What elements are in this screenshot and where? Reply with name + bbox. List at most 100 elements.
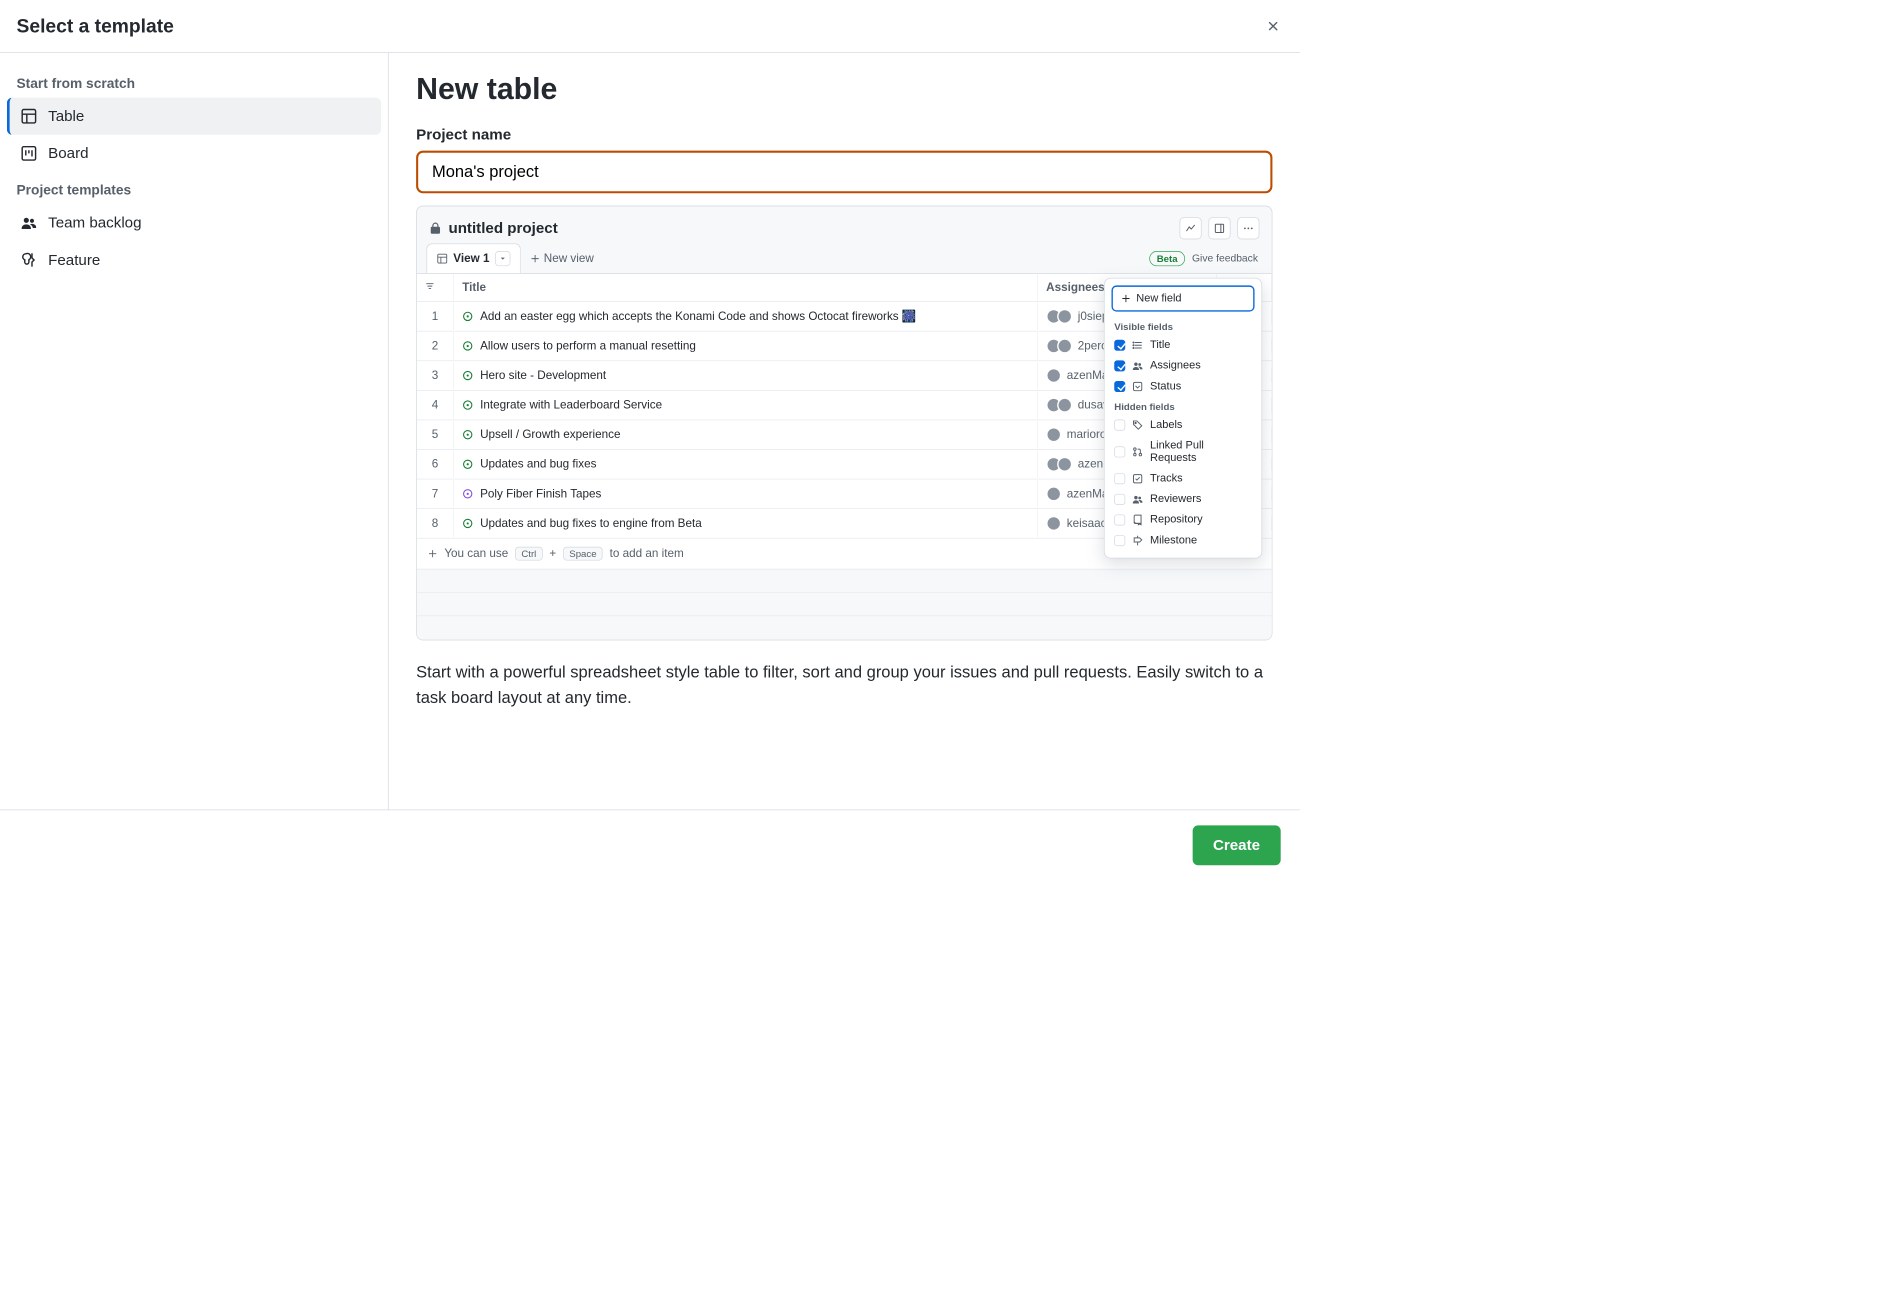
view-tab-menu[interactable] (495, 251, 510, 266)
row-title-cell[interactable]: Updates and bug fixes to engine from Bet… (454, 510, 1038, 538)
new-view-label: New view (544, 251, 594, 265)
kebab-icon (1243, 223, 1254, 234)
milestone-icon (1132, 535, 1143, 546)
tools-icon (21, 252, 38, 269)
sidebar: Start from scratch Table Board Project t… (0, 53, 389, 810)
row-number: 2 (417, 332, 454, 360)
checkbox-icon (1114, 446, 1125, 457)
row-number: 8 (417, 510, 454, 538)
sidebar-item-feature[interactable]: Feature (7, 241, 381, 278)
new-field-button[interactable]: New field (1111, 285, 1254, 311)
avatar-stack (1046, 398, 1072, 413)
row-title-cell[interactable]: Updates and bug fixes (454, 451, 1038, 479)
checkbox-icon (1114, 360, 1125, 371)
avatar-stack (1046, 309, 1072, 324)
row-number: 4 (417, 391, 454, 419)
row-title: Updates and bug fixes to engine from Bet… (480, 517, 702, 531)
row-title: Upsell / Growth experience (480, 428, 620, 442)
sidebar-item-team-backlog[interactable]: Team backlog (7, 204, 381, 241)
row-number: 3 (417, 362, 454, 390)
field-reviewers[interactable]: Reviewers (1111, 489, 1254, 510)
avatar-stack (1046, 457, 1072, 472)
col-title[interactable]: Title (454, 274, 1038, 302)
sidebar-section-templates: Project templates (7, 177, 381, 204)
row-title: Add an easter egg which accepts the Kona… (480, 310, 916, 324)
close-button[interactable] (1263, 16, 1284, 37)
table-icon (437, 253, 448, 264)
field-assignees[interactable]: Assignees (1111, 356, 1254, 377)
row-title-cell[interactable]: Add an easter egg which accepts the Kona… (454, 303, 1038, 331)
issue-open-icon (462, 429, 473, 440)
field-status[interactable]: Status (1111, 376, 1254, 397)
row-title: Allow users to perform a manual resettin… (480, 339, 696, 353)
template-preview: untitled project View 1 New view Beta (416, 206, 1272, 641)
insights-button[interactable] (1180, 217, 1202, 239)
sidebar-item-label: Feature (48, 251, 100, 269)
avatar-stack (1046, 368, 1061, 383)
fields-popover: New field Visible fields Title Assignees… (1104, 278, 1262, 559)
checkbox-icon (1114, 494, 1125, 505)
row-number: 1 (417, 303, 454, 331)
tasklist-icon (1132, 473, 1143, 484)
more-button[interactable] (1237, 217, 1259, 239)
field-repository[interactable]: Repository (1111, 510, 1254, 531)
git-pull-request-icon (1132, 446, 1143, 457)
panel-icon (1214, 223, 1225, 234)
avatar-stack (1046, 427, 1061, 442)
view-tab[interactable]: View 1 (426, 243, 520, 273)
issue-open-icon (462, 311, 473, 322)
field-milestone[interactable]: Milestone (1111, 530, 1254, 551)
plus-icon (1121, 294, 1131, 304)
addrow-text: You can use (444, 547, 508, 561)
issue-open-icon (462, 488, 473, 499)
issue-open-icon (462, 340, 473, 351)
template-description: Start with a powerful spreadsheet style … (416, 660, 1272, 711)
kbd-space: Space (563, 547, 603, 561)
field-tracks[interactable]: Tracks (1111, 468, 1254, 489)
row-title: Hero site - Development (480, 369, 606, 383)
sidebar-item-label: Board (48, 144, 88, 162)
field-title[interactable]: Title (1111, 335, 1254, 356)
single-select-icon (1132, 381, 1143, 392)
kbd-ctrl: Ctrl (515, 547, 542, 561)
row-title-cell[interactable]: Integrate with Leaderboard Service (454, 391, 1038, 419)
graph-icon (1185, 223, 1196, 234)
sidebar-item-table[interactable]: Table (7, 98, 381, 135)
issue-open-icon (462, 400, 473, 411)
sidebar-item-label: Team backlog (48, 214, 141, 232)
field-linked-pr[interactable]: Linked Pull Requests (1111, 435, 1254, 468)
field-labels[interactable]: Labels (1111, 415, 1254, 436)
project-name-input[interactable] (416, 151, 1272, 194)
new-field-label: New field (1136, 292, 1181, 304)
row-title: Updates and bug fixes (480, 457, 596, 471)
checkbox-icon (1114, 420, 1125, 431)
sidebar-item-board[interactable]: Board (7, 135, 381, 172)
plus-icon (530, 253, 540, 263)
dialog-title: Select a template (17, 15, 174, 37)
checkbox-icon (1114, 381, 1125, 392)
visible-fields-label: Visible fields (1111, 317, 1254, 335)
row-title-cell[interactable]: Allow users to perform a manual resettin… (454, 332, 1038, 360)
people-icon (21, 215, 38, 232)
issue-open-icon (462, 518, 473, 529)
issue-open-icon (462, 459, 473, 470)
row-title-cell[interactable]: Upsell / Growth experience (454, 421, 1038, 449)
issue-open-icon (462, 370, 473, 381)
checkbox-icon (1114, 340, 1125, 351)
give-feedback-link[interactable]: Give feedback (1192, 252, 1258, 264)
row-number: 5 (417, 421, 454, 449)
row-title-cell[interactable]: Poly Fiber Finish Tapes (454, 480, 1038, 508)
close-icon (1266, 19, 1281, 34)
filter-icon (425, 281, 435, 291)
addrow-text2: to add an item (610, 547, 684, 561)
sidebar-section-scratch: Start from scratch (7, 71, 381, 98)
new-view-button[interactable]: New view (520, 243, 603, 273)
row-number: 6 (417, 451, 454, 479)
tag-icon (1132, 420, 1143, 431)
create-button[interactable]: Create (1192, 825, 1280, 865)
row-number: 7 (417, 480, 454, 508)
chevron-down-icon (498, 254, 506, 262)
preview-project-title: untitled project (448, 219, 557, 237)
row-title-cell[interactable]: Hero site - Development (454, 362, 1038, 390)
panel-button[interactable] (1208, 217, 1230, 239)
